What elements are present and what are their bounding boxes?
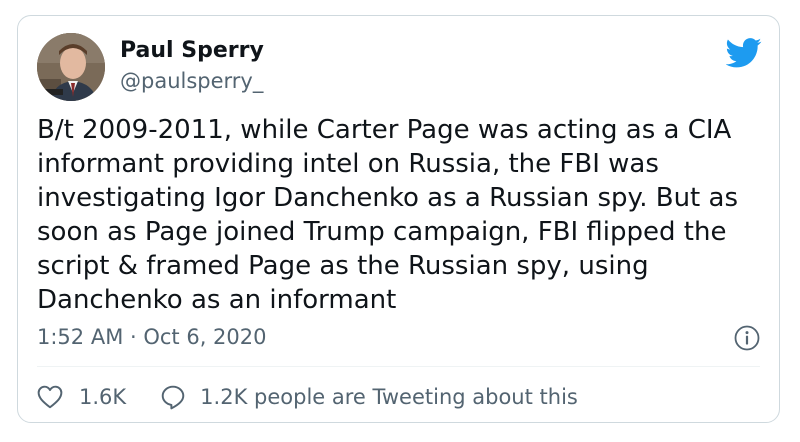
author-avatar[interactable] [37, 33, 105, 101]
tweet-actions: 1.6K 1.2K people are Tweeting about this [37, 382, 578, 412]
author-display-name[interactable]: Paul Sperry [120, 38, 264, 63]
tweet-timestamp[interactable]: 1:52 AM · Oct 6, 2020 [37, 325, 266, 349]
info-icon[interactable] [734, 325, 760, 351]
heart-icon [37, 385, 63, 409]
discussion-link[interactable]: 1.2K people are Tweeting about this [160, 384, 578, 410]
avatar-photo [37, 33, 105, 101]
author-handle[interactable]: @paulsperry_ [120, 69, 263, 93]
tweet-card[interactable]: Paul Sperry @paulsperry_ B/t 2009-2011, … [17, 15, 780, 423]
like-button[interactable]: 1.6K [37, 385, 126, 409]
speech-bubble-icon [160, 384, 186, 410]
twitter-bird-icon[interactable] [725, 38, 762, 68]
like-count: 1.6K [79, 385, 127, 409]
tweet-text: B/t 2009-2011, while Carter Page was act… [37, 115, 738, 315]
discussion-label: 1.2K people are Tweeting about this [200, 385, 578, 409]
divider [37, 366, 760, 367]
